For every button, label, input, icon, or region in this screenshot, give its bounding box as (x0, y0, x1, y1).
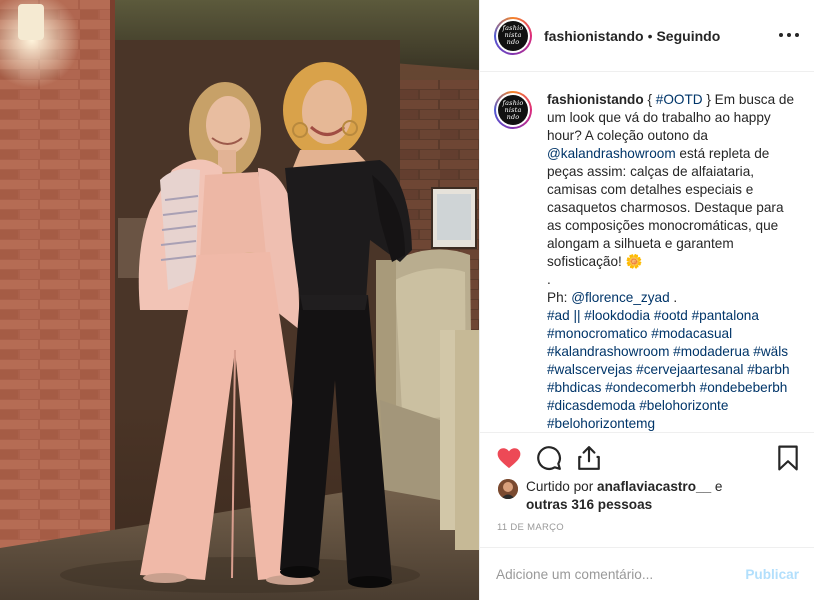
liker-avatar[interactable] (498, 479, 518, 499)
hashtags-list[interactable]: #ad || #lookdodia #ootd #pantalona #mono… (547, 308, 793, 431)
caption-username[interactable]: fashionistando (547, 92, 644, 107)
likes-summary: Curtido por anaflaviacastro__ e outras 3… (498, 478, 798, 514)
post-date[interactable]: 11 DE MARÇO (497, 522, 564, 533)
caption-avatar-logo: fashio nista ndo (498, 95, 528, 125)
follow-status-button[interactable]: Seguindo (656, 28, 720, 44)
bookmark-icon[interactable] (777, 445, 803, 471)
share-icon[interactable] (576, 445, 602, 471)
comment-input[interactable] (496, 566, 746, 582)
post-photo[interactable] (0, 0, 479, 600)
caption-text: fashionistando { #OOTD } Em busca de um … (547, 92, 798, 431)
mention-link[interactable]: @kalandrashowroom (547, 146, 676, 161)
mention-link[interactable]: @florence_zyad (571, 290, 669, 305)
likes-text: Curtido por anaflaviacastro__ e outras 3… (526, 479, 723, 512)
post-header: fashio nista ndo fashionistando • Seguin… (480, 0, 814, 72)
comment-bar: Publicar (480, 547, 814, 600)
likes-count-link[interactable]: outras 316 pessoas (526, 497, 652, 512)
caption-avatar[interactable]: fashio nista ndo (494, 91, 532, 129)
avatar-logo: fashio nista ndo (498, 20, 528, 51)
action-bar (480, 432, 814, 474)
comment-icon[interactable] (536, 445, 562, 471)
publish-button[interactable]: Publicar (745, 567, 799, 582)
heart-icon[interactable] (496, 445, 522, 471)
header-username[interactable]: fashionistando (544, 28, 644, 44)
header-separator: • (647, 27, 653, 44)
liker-username[interactable]: anaflaviacastro__ (597, 479, 711, 494)
caption-section: fashio nista ndo fashionistando { #OOTD … (480, 73, 814, 432)
post-side-panel: fashio nista ndo fashionistando • Seguin… (479, 0, 814, 600)
hashtag-link[interactable]: #OOTD (656, 92, 703, 107)
avatar[interactable]: fashio nista ndo (494, 16, 532, 55)
more-options-icon[interactable] (779, 27, 799, 43)
